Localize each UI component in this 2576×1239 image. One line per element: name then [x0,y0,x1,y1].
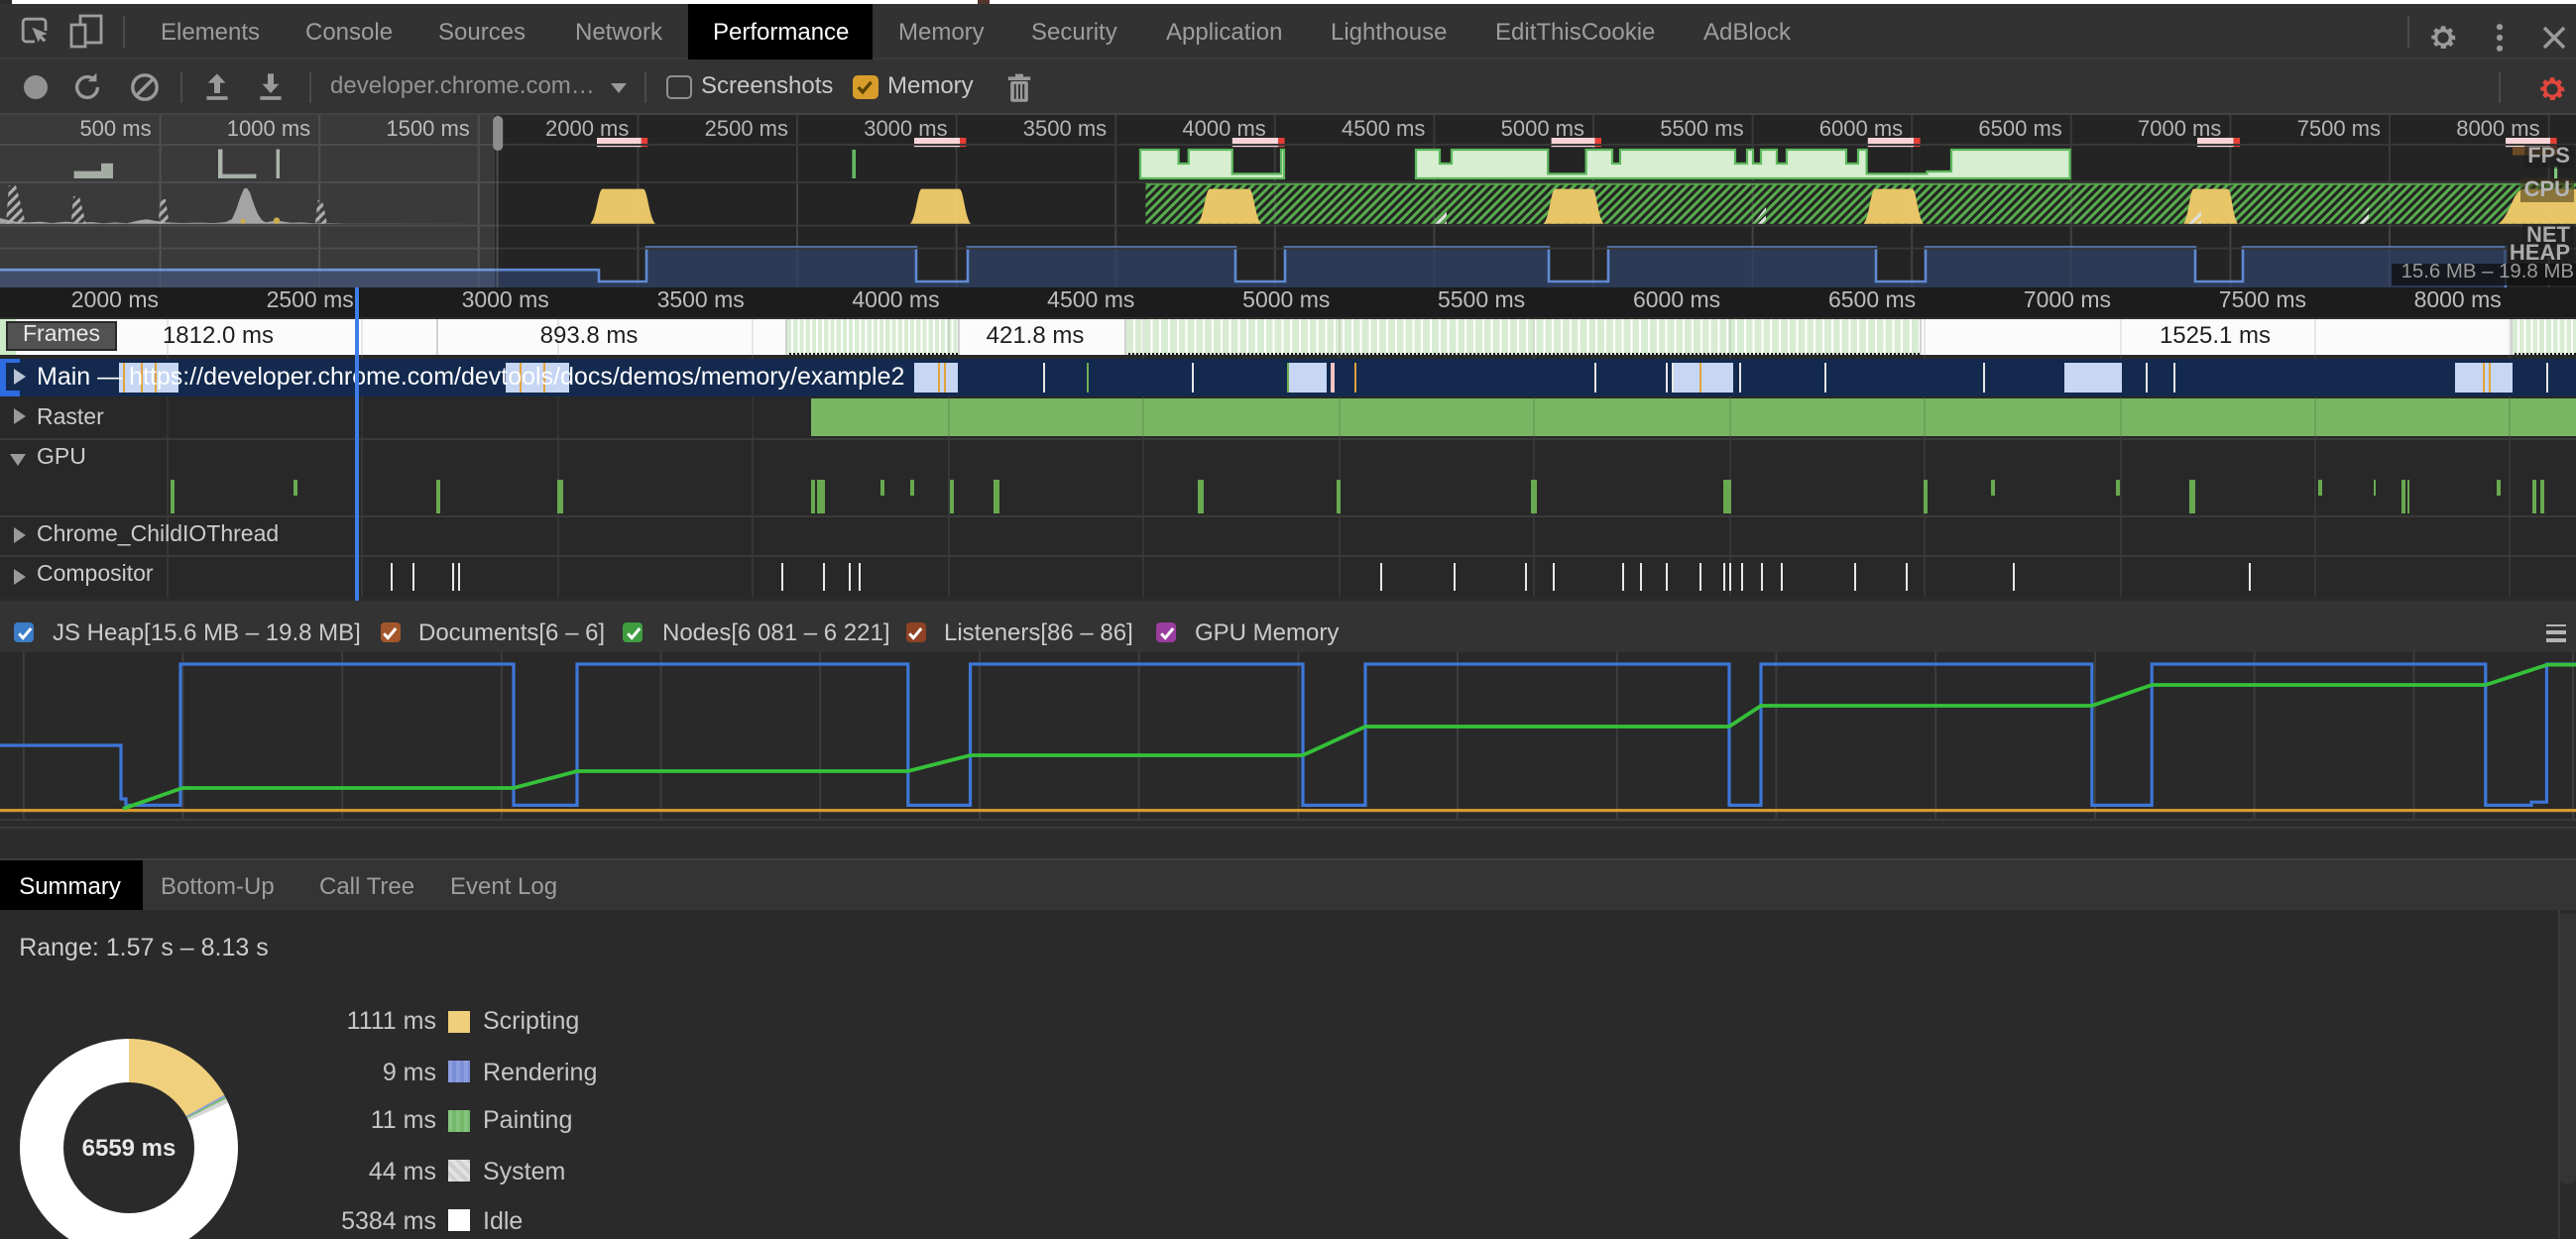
svg-text:7500 ms: 7500 ms [2297,115,2381,140]
svg-text:4000 ms: 4000 ms [1182,115,1265,140]
svg-text:5000 ms: 5000 ms [1501,115,1584,140]
svg-text:3000 ms: 3000 ms [864,115,947,140]
svg-text:2000 ms: 2000 ms [545,115,629,140]
svg-text:2500 ms: 2500 ms [705,115,788,140]
svg-text:8000 ms: 8000 ms [2456,115,2539,140]
svg-text:7000 ms: 7000 ms [2138,115,2221,140]
svg-text:6500 ms: 6500 ms [1978,115,2061,140]
svg-text:4500 ms: 4500 ms [1342,115,1425,140]
svg-text:6000 ms: 6000 ms [1819,115,1903,140]
svg-text:3500 ms: 3500 ms [1023,115,1107,140]
svg-text:5500 ms: 5500 ms [1660,115,1743,140]
